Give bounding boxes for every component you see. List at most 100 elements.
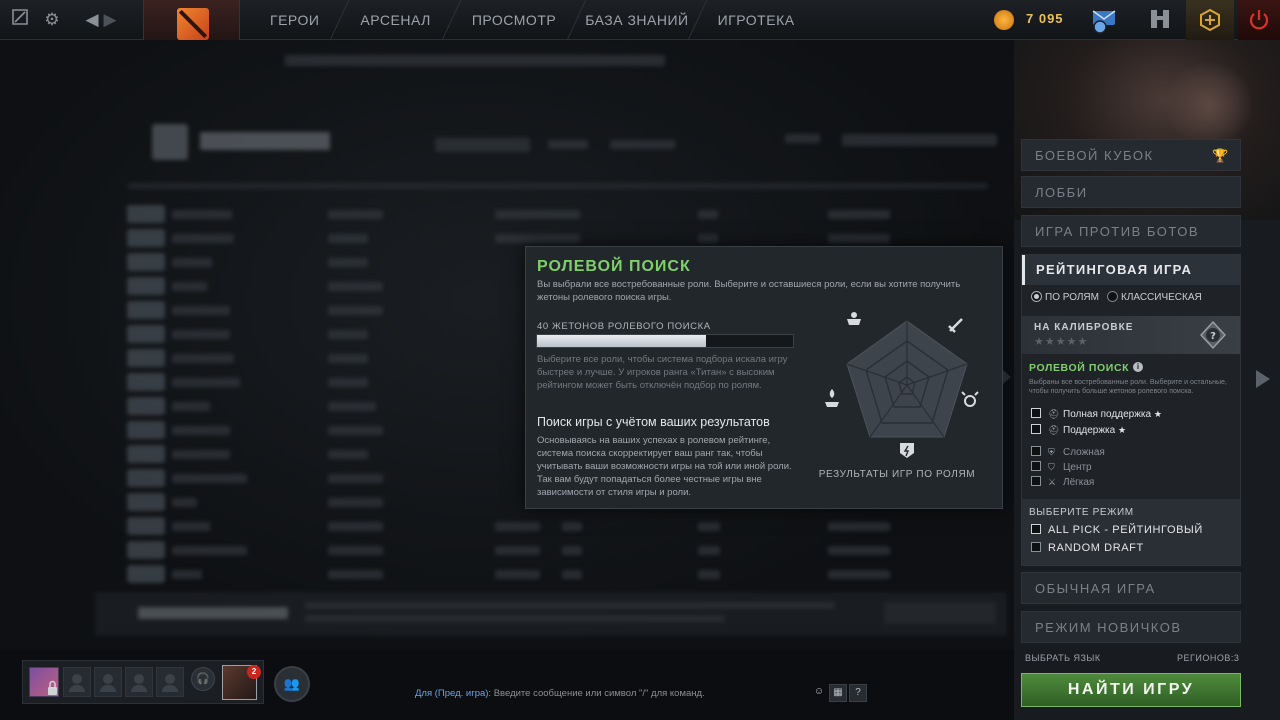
nav-learn[interactable]: БАЗА ЗНАНИЙ bbox=[577, 0, 696, 40]
bots-label: ИГРА ПРОТИВ БОТОВ bbox=[1035, 224, 1200, 239]
role-checkbox-hard-support[interactable]: ⛑ Полная поддержка ★ bbox=[1031, 408, 1162, 420]
new-player-mode-button[interactable]: РЕЖИМ НОВИЧКОВ bbox=[1021, 611, 1241, 643]
bots-button[interactable]: ИГРА ПРОТИВ БОТОВ bbox=[1021, 215, 1241, 247]
tooltip-subtitle: Поиск игры с учётом ваших результатов bbox=[537, 415, 770, 429]
nav-store[interactable]: АРСЕНАЛ bbox=[340, 0, 450, 40]
armory-button[interactable] bbox=[1142, 0, 1178, 40]
tooltip-note: Выберите все роли, чтобы система подбора… bbox=[537, 354, 788, 391]
lobby-button[interactable]: ЛОББИ bbox=[1021, 176, 1241, 208]
soft-support-icon bbox=[825, 389, 839, 407]
radar-chart-label: РЕЗУЛЬТАТЫ ИГР ПО РОЛЯМ bbox=[818, 469, 976, 480]
invite-player-icon bbox=[131, 674, 147, 692]
role-label: Поддержка bbox=[1063, 425, 1116, 436]
party-slot[interactable] bbox=[156, 667, 184, 697]
svg-text:?: ? bbox=[1210, 331, 1216, 342]
mode-label: ALL PICK - РЕЙТИНГОВЫЙ bbox=[1048, 524, 1203, 536]
role-label: Лёгкая bbox=[1063, 477, 1095, 488]
info-icon[interactable]: i bbox=[1133, 362, 1143, 372]
nav-watch[interactable]: ПРОСМОТР bbox=[452, 0, 576, 40]
invite-player-icon bbox=[162, 674, 178, 692]
arrow-right-icon[interactable]: ▶ bbox=[98, 8, 122, 32]
emoji-icon[interactable]: ☺ bbox=[810, 684, 828, 702]
radio-classic-queue[interactable]: КЛАССИЧЕСКАЯ bbox=[1107, 291, 1202, 303]
radio-role-queue-label: ПО РОЛЯМ bbox=[1045, 292, 1099, 303]
dota-plus-button[interactable] bbox=[1186, 0, 1234, 40]
role-checkbox-mid[interactable]: ⛉ Центр bbox=[1031, 461, 1092, 473]
role-results-radar-chart bbox=[825, 312, 979, 458]
mode-label: RANDOM DRAFT bbox=[1048, 542, 1144, 554]
chat-help-button[interactable]: ? bbox=[849, 684, 867, 702]
checkbox bbox=[1031, 446, 1041, 456]
unranked-button[interactable]: ОБЫЧНАЯ ИГРА bbox=[1021, 572, 1241, 604]
armory-icon bbox=[1151, 10, 1169, 28]
radio-classic-queue-label: КЛАССИЧЕСКАЯ bbox=[1121, 292, 1202, 303]
select-language-link[interactable]: ВЫБРАТЬ ЯЗЫК bbox=[1025, 653, 1101, 663]
social-button[interactable]: 👥 bbox=[274, 666, 310, 702]
role-tokens-label: 40 ЖЕТОНОВ РОЛЕВОГО ПОИСКА bbox=[537, 321, 711, 332]
chat-channel-label[interactable]: Для (Пред. игра): bbox=[415, 688, 491, 699]
tooltip-title: РОЛЕВОЙ ПОИСК bbox=[537, 258, 691, 275]
collapse-panel-arrow-icon[interactable] bbox=[1256, 370, 1270, 388]
top-bar: ⚙ ◀ ▶ ГЕРОИ АРСЕНАЛ ПРОСМОТР БАЗА ЗНАНИЙ… bbox=[0, 0, 1280, 48]
tooltip-pointer bbox=[1003, 370, 1011, 384]
battle-cup-label: БОЕВОЙ КУБОК bbox=[1035, 148, 1154, 163]
role-search-description: Выбраны все востребованные роли. Выберит… bbox=[1029, 379, 1227, 395]
radio-indicator bbox=[1031, 291, 1042, 302]
shards-icon bbox=[994, 10, 1014, 30]
chat-input[interactable]: Для (Пред. игра): Введите сообщение или … bbox=[415, 688, 705, 699]
dashboard-icon[interactable] bbox=[8, 8, 32, 32]
calibration-label: НА КАЛИБРОВКЕ bbox=[1034, 322, 1134, 333]
invite-player-icon bbox=[69, 674, 85, 692]
ranked-match-section: РЕЙТИНГОВАЯ ИГРА ПО РОЛЯМ КЛАССИЧЕСКАЯ Н… bbox=[1021, 254, 1241, 566]
hard-support-icon bbox=[847, 312, 861, 325]
ranked-match-header[interactable]: РЕЙТИНГОВАЯ ИГРА bbox=[1022, 255, 1240, 285]
notification-badge: 2 bbox=[247, 665, 261, 679]
checkbox bbox=[1031, 408, 1041, 418]
battle-cup-button[interactable]: БОЕВОЙ КУБОК 🏆 bbox=[1021, 139, 1241, 171]
regions-link[interactable]: РЕГИОНОВ:3 bbox=[1177, 653, 1239, 663]
play-panel: БОЕВОЙ КУБОК 🏆 ЛОББИ ИГРА ПРОТИВ БОТОВ Р… bbox=[1014, 40, 1280, 720]
party-slot[interactable] bbox=[125, 667, 153, 697]
carry-icon: ⚔ bbox=[1048, 477, 1057, 487]
unranked-label: ОБЫЧНАЯ ИГРА bbox=[1035, 581, 1156, 596]
mode-checkbox-random-draft[interactable]: RANDOM DRAFT bbox=[1031, 542, 1144, 554]
party-slot[interactable] bbox=[63, 667, 91, 697]
dota-plus-icon bbox=[1200, 8, 1220, 32]
role-label: Сложная bbox=[1063, 447, 1105, 458]
nav-heroes[interactable]: ГЕРОИ bbox=[250, 0, 339, 40]
radio-role-queue[interactable]: ПО РОЛЯМ bbox=[1031, 291, 1099, 303]
checkbox bbox=[1031, 424, 1041, 434]
main-nav: ГЕРОИ АРСЕНАЛ ПРОСМОТР БАЗА ЗНАНИЙ ИГРОТ… bbox=[250, 0, 815, 40]
role-search-tooltip: РОЛЕВОЙ ПОИСК Вы выбрали все востребован… bbox=[525, 246, 1003, 509]
party-slot[interactable] bbox=[94, 667, 122, 697]
shards-currency[interactable]: 7 095 bbox=[992, 6, 1074, 34]
role-label: Полная поддержка bbox=[1063, 409, 1152, 420]
role-checkbox-soft-support[interactable]: ⛑ Поддержка ★ bbox=[1031, 424, 1126, 436]
role-label: Центр bbox=[1063, 462, 1092, 473]
gear-icon[interactable]: ⚙ bbox=[40, 8, 64, 32]
checkbox bbox=[1031, 461, 1041, 471]
shards-amount: 7 095 bbox=[1026, 11, 1064, 26]
calibration-status: НА КАЛИБРОВКЕ ★★★★★ ? bbox=[1022, 316, 1240, 354]
player-avatar[interactable] bbox=[29, 667, 59, 697]
power-icon bbox=[1249, 10, 1269, 30]
role-checkbox-offlane[interactable]: ⛨ Сложная bbox=[1031, 446, 1105, 458]
mid-icon bbox=[900, 443, 914, 458]
star-icon: ★ bbox=[1153, 409, 1162, 419]
power-button[interactable] bbox=[1238, 0, 1280, 40]
friends-icon: 👥 bbox=[283, 676, 301, 691]
find-match-button[interactable]: НАЙТИ ИГРУ bbox=[1021, 673, 1241, 707]
chat-icon bbox=[1092, 10, 1116, 34]
carry-icon bbox=[948, 318, 963, 333]
new-player-mode-label: РЕЖИМ НОВИЧКОВ bbox=[1035, 620, 1182, 635]
chat-placeholder: Введите сообщение или символ "/" для ком… bbox=[491, 688, 705, 699]
game-mode-selector: ВЫБЕРИТЕ РЕЖИМ ALL PICK - РЕЙТИНГОВЫЙ RA… bbox=[1022, 499, 1240, 565]
voice-chat-button[interactable]: 🎧 bbox=[191, 667, 215, 691]
star-icon: ★ bbox=[1117, 425, 1127, 435]
chat-button[interactable] bbox=[1086, 0, 1122, 40]
nav-arcade[interactable]: ИГРОТЕКА bbox=[698, 0, 815, 40]
chat-wheel-icon[interactable]: ▦ bbox=[829, 684, 847, 702]
role-checkbox-carry[interactable]: ⚔ Лёгкая bbox=[1031, 476, 1094, 488]
select-mode-title: ВЫБЕРИТЕ РЕЖИМ bbox=[1029, 507, 1134, 518]
mode-checkbox-all-pick[interactable]: ALL PICK - РЕЙТИНГОВЫЙ bbox=[1031, 524, 1203, 536]
